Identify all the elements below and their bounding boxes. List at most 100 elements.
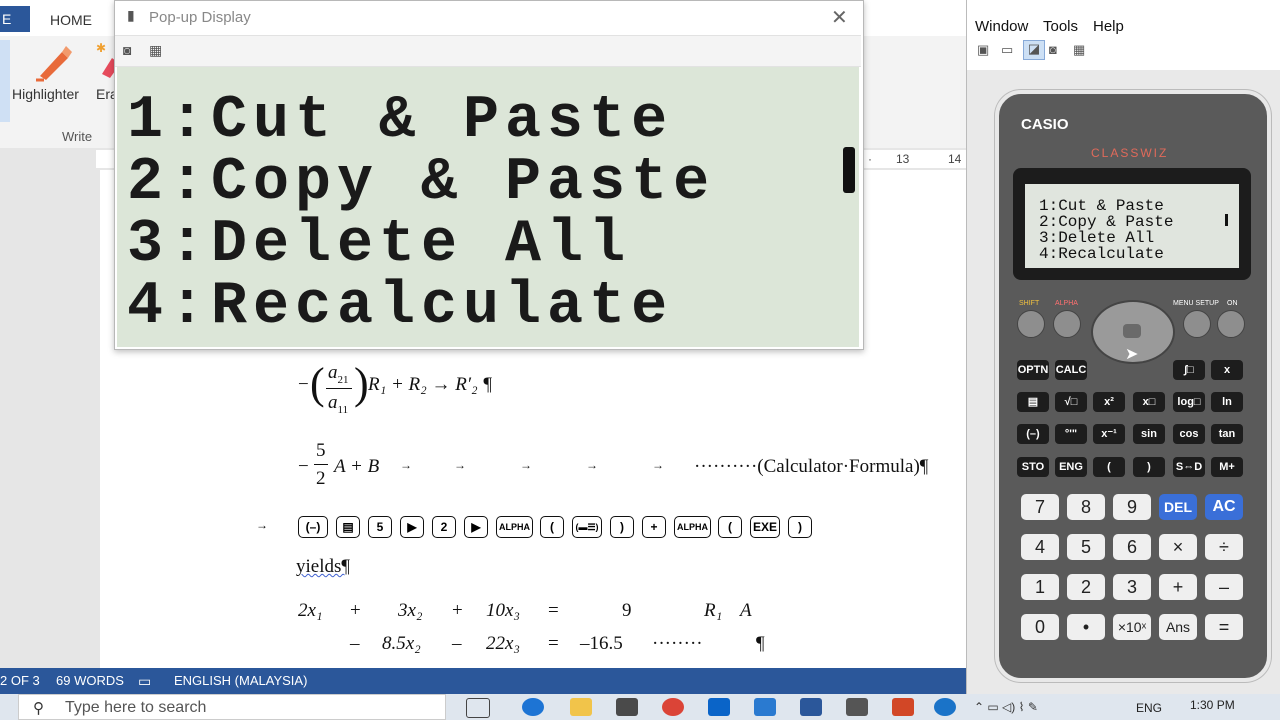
close-icon[interactable]: ✕ — [831, 5, 848, 30]
page-count[interactable]: 2 OF 3 — [0, 673, 40, 688]
ac-key[interactable]: AC — [1205, 494, 1243, 520]
grid-icon[interactable]: ▦ — [149, 42, 162, 59]
calculator-formula-note: ··········(Calculator·Formula)¶ — [694, 456, 929, 477]
highlighter-button[interactable]: Highlighter — [12, 42, 94, 116]
keypad-key[interactable]: 8 — [1067, 494, 1105, 520]
camera-icon[interactable]: ◙ — [123, 42, 131, 58]
highlighter-label: Highlighter — [12, 86, 79, 102]
function-key[interactable]: x⁻¹ — [1093, 424, 1125, 444]
keyseq-key: + — [642, 516, 666, 538]
tray-icons[interactable]: ⌃ ▭ ◁) ⌇ ✎ — [974, 700, 1038, 714]
keyseq-key: 5 — [368, 516, 392, 538]
function-key[interactable]: √□ — [1055, 392, 1087, 412]
keyseq-key: EXE — [750, 516, 781, 538]
tab-home[interactable]: HOME — [36, 6, 106, 34]
keypad-key[interactable]: 9 — [1113, 494, 1151, 520]
del-key[interactable]: DEL — [1159, 494, 1197, 520]
language-indicator[interactable]: ENG — [1136, 701, 1162, 715]
function-key[interactable]: ENG — [1055, 457, 1087, 477]
function-key[interactable]: cos — [1173, 424, 1205, 444]
menu-key[interactable] — [1183, 310, 1211, 338]
function-key[interactable]: (–) — [1017, 424, 1049, 444]
keypad-key[interactable]: ×10ˣ — [1113, 614, 1151, 640]
calculator-body: CASIO CLASSWIZ 1:Cut & Paste 2:Copy & Pa… — [995, 90, 1271, 682]
proofing-icon[interactable]: ▭ — [138, 673, 151, 690]
function-key[interactable]: x — [1211, 360, 1243, 380]
keypad-key[interactable]: 0 — [1021, 614, 1059, 640]
word-count[interactable]: 69 WORDS — [56, 673, 124, 688]
chrome-icon[interactable] — [662, 698, 684, 716]
file-explorer-icon[interactable] — [570, 698, 592, 716]
menu-window[interactable]: Window — [975, 18, 1028, 35]
mail-icon[interactable] — [708, 698, 730, 716]
camera-icon[interactable]: ◙ — [1049, 42, 1057, 57]
language-status[interactable]: ENGLISH (MALAYSIA) — [174, 673, 307, 688]
title-bar-remnant — [1087, 0, 1277, 6]
function-key[interactable]: x² — [1093, 392, 1125, 412]
scroll-indicator — [843, 147, 855, 193]
app-icon[interactable] — [754, 698, 776, 716]
keypad-key[interactable]: Ans — [1159, 614, 1197, 640]
view-icon-2[interactable]: ▭ — [1001, 42, 1013, 58]
view-icon-1[interactable]: ▣ — [977, 42, 989, 58]
function-key[interactable]: x□ — [1133, 392, 1165, 412]
ruler-mark-14: 14 — [948, 152, 962, 166]
ribbon-selected-button[interactable] — [0, 40, 10, 122]
keyseq-key: ▶ — [464, 516, 488, 538]
tab-file[interactable]: E — [0, 6, 30, 32]
keypad-key[interactable]: 6 — [1113, 534, 1151, 560]
keyseq-key: ▤ — [336, 516, 360, 538]
screen-line-1: 1:Cut & Paste — [1039, 197, 1164, 215]
function-key[interactable]: OPTN — [1017, 360, 1049, 380]
edge-icon[interactable] — [522, 698, 544, 716]
grid-icon[interactable]: ▦ — [1073, 42, 1085, 58]
function-key[interactable]: tan — [1211, 424, 1243, 444]
keypad-key[interactable]: ÷ — [1205, 534, 1243, 560]
function-key[interactable]: S⇔D — [1173, 457, 1205, 477]
powerpoint-icon[interactable] — [892, 698, 914, 716]
keypad-key[interactable]: × — [1159, 534, 1197, 560]
search-box[interactable]: ⚲ Type here to search — [18, 694, 446, 720]
menu-help[interactable]: Help — [1093, 18, 1124, 35]
keypad-key[interactable]: 7 — [1021, 494, 1059, 520]
function-key[interactable]: °'" — [1055, 424, 1087, 444]
function-key[interactable]: M+ — [1211, 457, 1243, 477]
alpha-label: ALPHA — [1055, 300, 1078, 307]
menu-tools[interactable]: Tools — [1043, 18, 1078, 35]
function-key[interactable]: ( — [1093, 457, 1125, 477]
function-key[interactable]: ∫□ — [1173, 360, 1205, 380]
task-view-icon[interactable] — [466, 698, 490, 718]
screen-line-3: 3:Delete All — [1039, 229, 1155, 247]
function-key[interactable]: ln — [1211, 392, 1243, 412]
keypad-key[interactable]: 5 — [1067, 534, 1105, 560]
keyseq-key: ( — [718, 516, 742, 538]
keypad-key[interactable]: + — [1159, 574, 1197, 600]
keypad-key[interactable]: 1 — [1021, 574, 1059, 600]
popup-line-1: 1:Cut & Paste — [127, 87, 674, 155]
calculator-app-icon[interactable] — [846, 698, 868, 716]
function-key[interactable]: sin — [1133, 424, 1165, 444]
keypad-key[interactable]: – — [1205, 574, 1243, 600]
on-key[interactable] — [1217, 310, 1245, 338]
keypad-key[interactable]: 4 — [1021, 534, 1059, 560]
function-key[interactable]: log□ — [1173, 392, 1205, 412]
function-key[interactable]: ▤ — [1017, 392, 1049, 412]
mouse-cursor-icon: ➤ — [1125, 346, 1139, 363]
function-key[interactable]: ) — [1133, 457, 1165, 477]
shift-key[interactable] — [1017, 310, 1045, 338]
equation-line-2: – 8.5x₂ – 22x₃ = –16.5 ········ ¶ — [350, 633, 765, 654]
keypad-key[interactable]: • — [1067, 614, 1105, 640]
keypad-key[interactable]: = — [1205, 614, 1243, 640]
store-icon[interactable] — [616, 698, 638, 716]
view-icon-3[interactable]: ◪ — [1023, 40, 1045, 60]
help-icon[interactable] — [934, 698, 956, 716]
keyseq-key: ▶ — [400, 516, 424, 538]
keypad-key[interactable]: 3 — [1113, 574, 1151, 600]
model-name: CLASSWIZ — [1091, 146, 1169, 160]
keypad-key[interactable]: 2 — [1067, 574, 1105, 600]
clock[interactable]: 1:30 PM — [1190, 698, 1235, 712]
function-key[interactable]: CALC — [1055, 360, 1087, 380]
word-icon[interactable] — [800, 698, 822, 716]
function-key[interactable]: STO — [1017, 457, 1049, 477]
alpha-key[interactable] — [1053, 310, 1081, 338]
